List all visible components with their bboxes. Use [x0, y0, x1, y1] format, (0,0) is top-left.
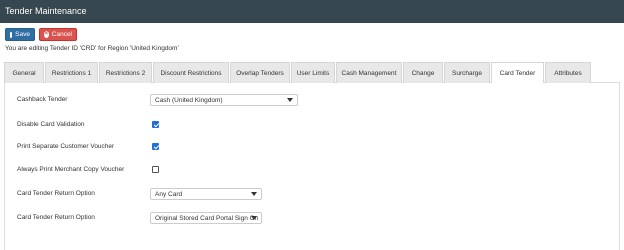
- chevron-down-icon: [251, 216, 257, 220]
- save-button[interactable]: Save: [5, 28, 35, 41]
- tab-restrictions-2[interactable]: Restrictions 2: [99, 62, 152, 83]
- tab-label: General: [12, 69, 36, 77]
- card-tender-return-option-select[interactable]: Any Card: [150, 188, 262, 200]
- tab-label: Discount Restrictions: [160, 69, 222, 77]
- print-separate-customer-voucher-checkbox[interactable]: [152, 143, 159, 150]
- tab-label: Restrictions 1: [51, 69, 92, 77]
- tab-label: Restrictions 2: [105, 69, 146, 77]
- cashback-tender-select[interactable]: Cash (United Kingdom): [150, 94, 298, 106]
- tab-general[interactable]: General: [4, 62, 44, 83]
- disable-card-validation-label: Disable Card Validation: [17, 121, 85, 128]
- card-tender-return-option-value: Any Card: [155, 190, 183, 198]
- title-bar: Tender Maintenance: [0, 0, 624, 23]
- cancel-icon: ×: [44, 31, 49, 38]
- disable-card-validation-checkbox[interactable]: [152, 121, 159, 128]
- tab-restrictions-1[interactable]: Restrictions 1: [45, 62, 98, 83]
- tab-change[interactable]: Change: [403, 62, 443, 83]
- tab-bar: General Restrictions 1 Restrictions 2 Di…: [4, 62, 620, 84]
- tab-surcharge[interactable]: Surcharge: [444, 62, 490, 83]
- cancel-button[interactable]: × Cancel: [39, 28, 77, 41]
- always-print-merchant-copy-checkbox[interactable]: [152, 166, 159, 173]
- card-tender-return-option-label: Card Tender Return Option: [17, 190, 95, 197]
- tab-label: Cash Management: [341, 69, 397, 77]
- tab-card-tender[interactable]: Card Tender: [491, 62, 544, 84]
- chevron-down-icon: [251, 192, 257, 196]
- cancel-button-label: Cancel: [51, 31, 72, 38]
- editing-info-text: You are editing Tender ID 'CRD' for Regi…: [5, 45, 179, 52]
- always-print-merchant-copy-label: Always Print Merchant Copy Voucher: [17, 166, 125, 173]
- cashback-tender-value: Cash (United Kingdom): [155, 96, 223, 104]
- save-icon: [10, 31, 15, 38]
- tab-discount-restrictions[interactable]: Discount Restrictions: [153, 62, 229, 83]
- page-title: Tender Maintenance: [5, 6, 87, 16]
- chevron-down-icon: [287, 98, 293, 102]
- tab-overlap-tenders[interactable]: Overlap Tenders: [230, 62, 290, 83]
- tab-label: Overlap Tenders: [236, 69, 284, 77]
- tab-cash-management[interactable]: Cash Management: [336, 62, 402, 83]
- tab-user-limits[interactable]: User Limits: [291, 62, 335, 83]
- card-tender-return-option-2-select[interactable]: Original Stored Card Portal Sign On: [150, 212, 262, 224]
- tab-label: Change: [411, 69, 435, 77]
- tab-label: Attributes: [554, 69, 582, 77]
- tab-label: Card Tender: [499, 70, 536, 77]
- card-tender-return-option-2-label: Card Tender Return Option: [17, 214, 95, 221]
- print-separate-customer-voucher-label: Print Separate Customer Voucher: [17, 143, 115, 150]
- tab-label: Surcharge: [452, 69, 482, 77]
- save-button-label: Save: [15, 31, 30, 38]
- card-tender-panel: Cashback Tender Cash (United Kingdom) Di…: [4, 83, 620, 250]
- tab-attributes[interactable]: Attributes: [545, 62, 591, 83]
- tab-label: User Limits: [296, 69, 330, 77]
- card-tender-return-option-2-value: Original Stored Card Portal Sign On: [155, 214, 259, 222]
- cashback-tender-label: Cashback Tender: [17, 96, 68, 103]
